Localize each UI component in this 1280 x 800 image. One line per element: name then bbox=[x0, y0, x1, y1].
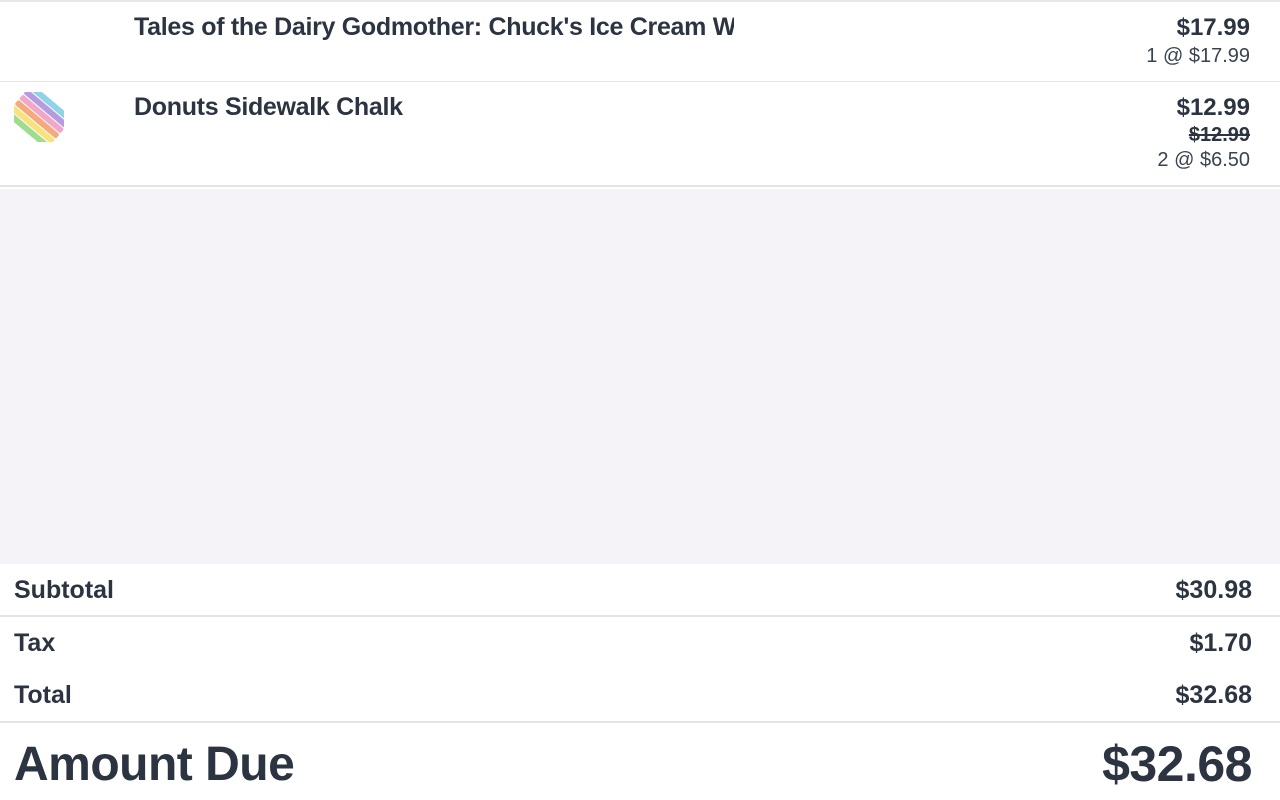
tax-row: Tax $1.70 bbox=[0, 619, 1280, 671]
checkout-screen: Tales of the Dairy Godmother: Chuck's Ic… bbox=[0, 0, 1280, 800]
cart-line-item[interactable]: Donuts Sidewalk Chalk $12.99 $12.99 2 @ … bbox=[0, 82, 1280, 187]
cart-line-item[interactable]: Tales of the Dairy Godmother: Chuck's Ic… bbox=[0, 2, 1280, 82]
total-value: $32.68 bbox=[1175, 681, 1252, 709]
item-original-price: $12.99 bbox=[1188, 124, 1250, 146]
subtotal-value: $30.98 bbox=[1175, 576, 1252, 604]
amount-due-row: Amount Due $32.68 bbox=[0, 725, 1280, 800]
empty-cart-area bbox=[0, 189, 1280, 564]
amount-due-label: Amount Due bbox=[14, 738, 295, 791]
item-name: Donuts Sidewalk Chalk bbox=[134, 93, 403, 121]
item-unit-price: 1 @ $17.99 bbox=[1146, 45, 1250, 67]
item-price-column: $17.99 1 @ $17.99 bbox=[1146, 13, 1250, 69]
tax-label: Tax bbox=[14, 629, 56, 657]
item-unit-price: 2 @ $6.50 bbox=[1157, 149, 1250, 171]
item-name: Tales of the Dairy Godmother: Chuck's Ic… bbox=[134, 13, 734, 41]
total-row: Total $32.68 bbox=[0, 671, 1280, 723]
subtotal-row: Subtotal $30.98 bbox=[0, 564, 1280, 617]
totals-panel: Subtotal $30.98 Tax $1.70 Total $32.68 A… bbox=[0, 564, 1280, 800]
amount-due-value: $32.68 bbox=[1102, 736, 1252, 792]
sidewalk-chalk-thumbnail bbox=[14, 92, 64, 142]
item-price: $17.99 bbox=[1176, 14, 1250, 41]
item-price-column: $12.99 $12.99 2 @ $6.50 bbox=[1157, 93, 1250, 173]
tax-value: $1.70 bbox=[1189, 629, 1252, 657]
total-label: Total bbox=[14, 681, 72, 709]
item-price: $12.99 bbox=[1176, 94, 1250, 121]
subtotal-label: Subtotal bbox=[14, 576, 114, 604]
